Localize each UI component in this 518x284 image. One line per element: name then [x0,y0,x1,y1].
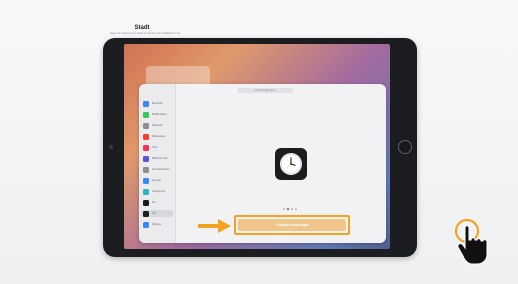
sidebar-item-label: Mobile Daten [152,113,167,116]
clock-icon [280,153,302,175]
sidebar-item-icon [143,199,149,206]
sidebar-item-label: Widgets [152,223,162,226]
sidebar-item-icon [143,111,149,118]
sidebar-item-icon [143,144,149,151]
home-button[interactable] [398,140,412,154]
sidebar-item-icon [143,122,149,129]
sidebar-item[interactable]: Siri [143,199,156,206]
sidebar-item-icon [143,155,149,162]
sidebar-item[interactable]: Uhr [141,210,173,217]
sidebar-item-label: Hintergrund [152,190,166,193]
sidebar-item-label: Allgemein [152,124,163,127]
sidebar-item-label: Uhr [152,212,157,215]
sidebar-item[interactable]: Anzeige [143,177,161,184]
background: Bluetooth Mobile Daten Allgemein Mitteilung… [0,0,518,284]
clock-widget-preview[interactable] [275,148,307,180]
sidebar-item[interactable]: Mitteilungen [143,133,165,140]
ipad-camera [109,145,113,149]
sidebar-item-label: Anzeige [152,179,162,182]
sidebar-item-icon [143,188,149,195]
hand-pointer-icon [454,218,488,265]
sidebar-item-label: Kontrollzentrum [152,168,170,171]
page-dot[interactable] [291,208,293,210]
sidebar-item-icon [143,210,149,217]
sidebar-item-label: Mitteilungen [152,135,166,138]
page-dot[interactable] [287,208,289,210]
sidebar-item-label: Siri [152,201,156,204]
widget-subtitle: Zeige die Uhrzeit einer Stadt auf deinem… [109,32,181,35]
sidebar-item[interactable]: Hintergrund [143,188,165,195]
sidebar-item[interactable]: Allgemein [143,122,163,129]
widget-title: Stadt [134,25,150,31]
sidebar-item[interactable]: Kontrollzentrum [143,166,170,173]
search-placeholder: Q Einstellungen [254,88,276,92]
sidebar-item-icon [143,166,149,173]
sidebar-item-label: Bluetooth [152,102,163,105]
page-dot[interactable] [295,208,297,210]
sidebar-item-icon [143,133,149,140]
sidebar-item[interactable]: Bluetooth [143,100,163,107]
search-field[interactable]: Q Einstellungen [237,88,293,93]
page-dot[interactable] [283,208,285,210]
settings-sidebar: Bluetooth Mobile Daten Allgemein Mitteilung… [139,84,176,243]
add-widget-label: + Widget hinzufügen [274,223,310,227]
sidebar-item-icon [143,221,149,228]
arrow-right-icon [198,219,231,233]
sidebar-item[interactable]: Widgets [143,221,161,228]
page-dots [283,208,297,210]
sidebar-item[interactable]: Bildschirmzeit [143,155,167,162]
sidebar-item-label: Töne [152,146,158,149]
add-widget-button[interactable]: + Widget hinzufügen [238,219,346,231]
sidebar-item-icon [143,177,149,184]
sidebar-item[interactable]: Töne [143,144,158,151]
sidebar-item-label: Bildschirmzeit [152,157,168,160]
sidebar-item[interactable]: Mobile Daten [143,111,167,118]
sidebar-item-icon [143,100,149,107]
